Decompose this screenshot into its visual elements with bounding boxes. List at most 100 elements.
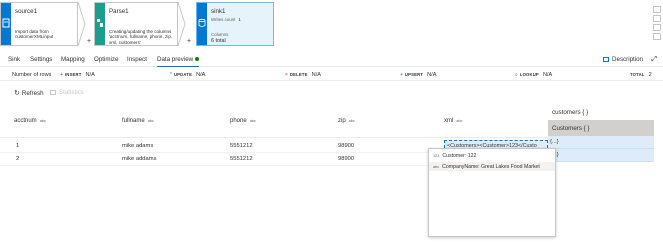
lookup-stat: ⌕ LOOKUP N/A (515, 72, 552, 78)
lookup-label: LOOKUP (519, 72, 539, 77)
zoom-in-icon[interactable] (653, 6, 661, 13)
column-name: zip (338, 118, 346, 124)
tab-data-preview[interactable]: Data preview (157, 56, 200, 67)
row-stats-bar: Number of rows + INSERT N/A * UPDATE N/A × DE… (0, 70, 663, 81)
parse-node[interactable]: Parse1 Creating/updating the columns 'ac… (94, 2, 178, 46)
pipeline-canvas: source1 Import data from customerXMLinpu… (0, 0, 663, 50)
tab-sink[interactable]: Sink (8, 56, 20, 63)
upsert-label: UPSERT (404, 72, 424, 77)
total-stat: TOTAL 2 (630, 72, 652, 78)
tab-settings[interactable]: Settings (30, 56, 52, 63)
insert-label: INSERT (64, 72, 82, 77)
insert-stat: + INSERT N/A (60, 72, 95, 78)
customers-subheader-label: Customers (552, 125, 582, 132)
customers-header-label: customers (552, 109, 581, 116)
customers-column: customers { } Customers { } {...} {...} (548, 106, 654, 162)
source-node-title: source1 (15, 8, 38, 15)
canvas-toolbar (653, 6, 661, 42)
lookup-value: N/A (542, 72, 553, 78)
writes-label: Writes count (211, 17, 236, 22)
parse-node-description: Creating/updating the columns 'acctnum, … (109, 29, 173, 45)
delete-label: DELETE (289, 72, 308, 77)
column-header-acctnum[interactable]: acctnum abc (14, 118, 46, 124)
string-type-icon: abc (433, 165, 440, 169)
update-stat: * UPDATE N/A (170, 72, 205, 78)
fit-view-icon[interactable] (653, 24, 661, 31)
customers-subheader-selected[interactable]: Customers { } (548, 120, 654, 136)
column-type: abc (456, 119, 463, 123)
sink-columns-total: 6 total (211, 38, 226, 44)
sink-columns-label: Columns (211, 32, 229, 37)
tab-optimize[interactable]: Optimize (94, 56, 118, 63)
sink-writes-count: Writes count 1 (211, 17, 241, 22)
insert-icon: + (60, 72, 63, 78)
statistics-button[interactable]: Statistics (50, 89, 84, 96)
upsert-icon: + (400, 72, 403, 78)
column-header-fullname[interactable]: fullname abc (122, 118, 154, 124)
update-icon: * (170, 72, 172, 78)
cell-fullname: mike adams (122, 143, 154, 149)
column-name: fullname (122, 118, 145, 124)
preview-status-dot (195, 57, 200, 61)
total-label: TOTAL (630, 72, 645, 77)
writes-value: 1 (238, 17, 241, 22)
header-divider (0, 137, 548, 138)
add-transform-button-1[interactable]: + (86, 38, 92, 45)
popup-company-field: abc CompanyName: Great Lakes Food Market (429, 162, 555, 171)
pan-icon[interactable] (653, 33, 661, 40)
add-transform-button-2[interactable]: + (186, 38, 192, 45)
tab-data-preview-label: Data preview (157, 56, 194, 63)
statistics-icon (50, 90, 56, 95)
column-type: abc (348, 119, 355, 123)
description-button[interactable]: Description (603, 56, 643, 63)
column-header-phone[interactable]: phone abc (230, 118, 256, 124)
cell-fullname: mike addams (122, 156, 157, 162)
upsert-stat: + UPSERT N/A (400, 72, 436, 78)
cell-customers[interactable]: {...} (548, 136, 654, 149)
column-name: acctnum (14, 118, 37, 124)
column-header-xml[interactable]: xml abc (444, 118, 462, 124)
column-header-zip[interactable]: zip abc (338, 118, 355, 124)
delete-value: N/A (311, 72, 321, 78)
tab-inspect[interactable]: Inspect (127, 56, 147, 63)
delete-icon: × (285, 72, 288, 78)
cell-phone: 5551212 (230, 143, 253, 149)
expand-icon[interactable]: ⤢ (651, 56, 657, 64)
parse-icon (97, 19, 103, 27)
cell-acctnum: 1 (16, 143, 20, 149)
source-node[interactable]: source1 Import data from customerXMLinpu… (0, 2, 78, 46)
description-label: Description (612, 56, 643, 63)
update-value: N/A (196, 72, 206, 78)
sink-node-title: sink1 (211, 8, 226, 15)
refresh-button[interactable]: ↻ Refresh (14, 89, 44, 97)
flow-arrow-1 (78, 2, 86, 46)
parse-node-title: Parse1 (109, 8, 129, 15)
cell-customers[interactable]: {...} (548, 149, 654, 162)
cell-zip: 98900 (338, 143, 355, 149)
sink-icon (198, 18, 206, 27)
lookup-icon: ⌕ (515, 72, 518, 78)
object-type-icon: { } (583, 125, 590, 132)
upsert-value: N/A (427, 72, 437, 78)
cell-zip: 98900 (338, 156, 355, 162)
cell-phone: 5551212 (230, 156, 253, 162)
description-icon (603, 57, 610, 62)
rows-label: Number of rows (12, 72, 52, 78)
statistics-label: Statistics (59, 89, 84, 96)
column-header-customers[interactable]: customers { } (548, 106, 654, 120)
number-type-icon: 123 (433, 154, 440, 158)
tab-mapping[interactable]: Mapping (61, 56, 85, 63)
flow-arrow-2 (178, 2, 186, 46)
column-type: abc (249, 119, 256, 123)
insert-value: N/A (85, 72, 95, 78)
cell-value-popup: 123 Customer: 122 abc CompanyName: Great L… (428, 148, 556, 237)
column-name: xml (444, 118, 454, 124)
zoom-out-icon[interactable] (653, 15, 661, 22)
preview-actions: ↻ Refresh Statistics (0, 86, 663, 98)
update-label: UPDATE (173, 72, 193, 77)
column-name: phone (230, 118, 247, 124)
cell-acctnum: 2 (16, 156, 20, 162)
refresh-label: Refresh (21, 90, 44, 97)
sink-node[interactable]: sink1 Writes count 1 Columns 6 total (196, 2, 274, 46)
column-type: abc (39, 119, 46, 123)
